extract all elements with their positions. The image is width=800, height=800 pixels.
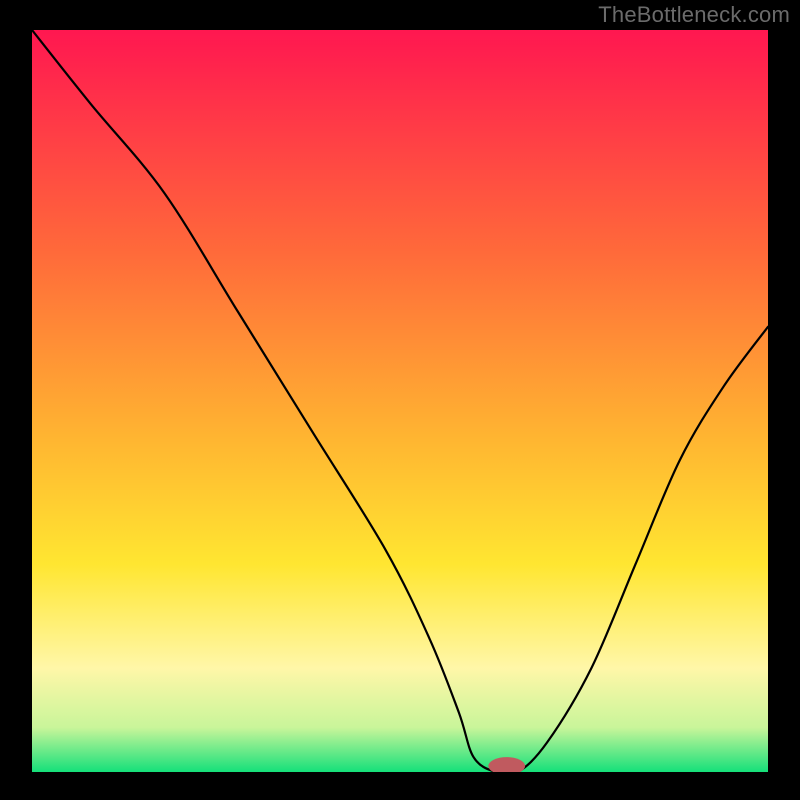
chart-svg [32, 30, 768, 772]
watermark-text: TheBottleneck.com [598, 2, 790, 28]
gradient-background [32, 30, 768, 772]
chart-frame: TheBottleneck.com [0, 0, 800, 800]
plot-area [32, 30, 768, 772]
